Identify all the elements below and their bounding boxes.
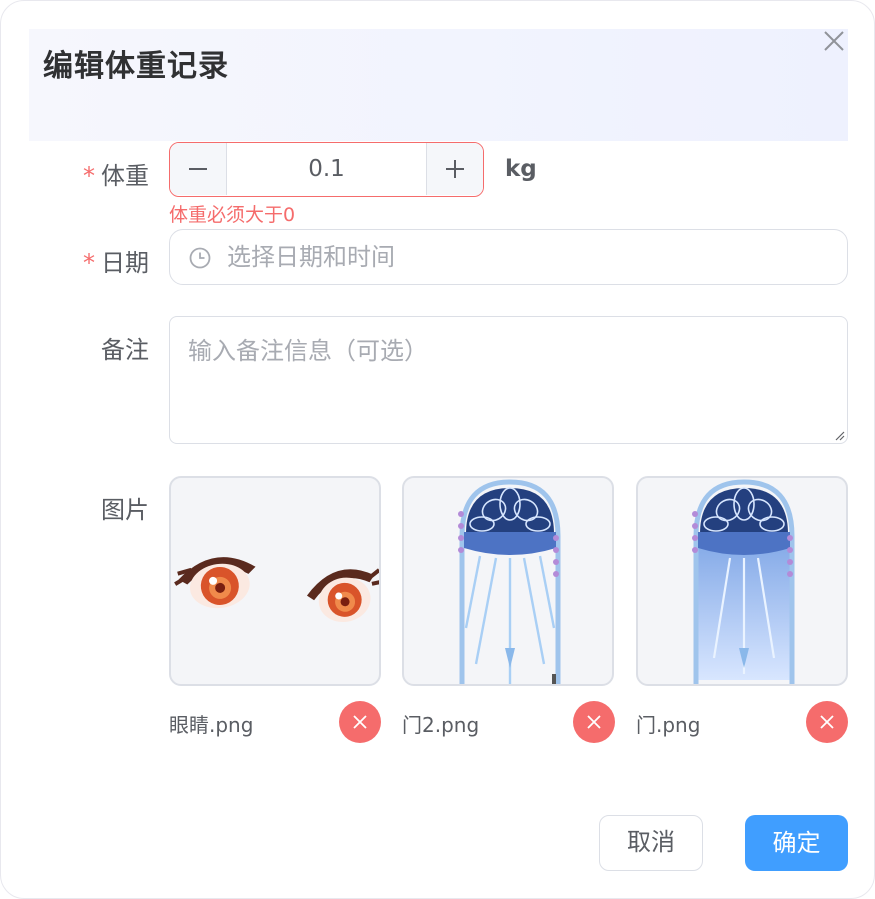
close-icon [587,715,601,729]
weight-stepper: 0.1 [169,142,484,197]
weight-error: 体重必须大于0 [169,204,296,226]
image-thumbnail[interactable] [169,476,381,686]
dialog-title: 编辑体重记录 [43,49,229,84]
close-icon[interactable] [821,28,847,54]
clock-icon [189,247,211,269]
confirm-button[interactable]: 确定 [745,815,848,871]
note-textarea[interactable]: 输入备注信息（可选） [169,316,848,444]
note-label: 备注 [101,336,149,364]
images-label: 图片 [101,496,149,524]
close-icon [353,715,367,729]
note-placeholder: 输入备注信息（可选） [188,337,428,365]
close-icon [820,715,834,729]
delete-image-button[interactable] [339,701,381,743]
weight-input[interactable]: 0.1 [227,143,426,195]
date-placeholder: 选择日期和时间 [227,243,395,271]
weight-label-text: 体重 [101,162,149,190]
image-filename: 门.png [636,713,701,737]
minus-icon [189,168,207,170]
cancel-button[interactable]: 取消 [599,815,703,871]
decrement-button[interactable] [170,143,227,195]
date-picker-input[interactable]: 选择日期和时间 [169,229,848,285]
image-thumbnail[interactable] [636,476,848,686]
door-image [692,479,795,684]
plus-icon [446,160,464,178]
required-mark: * [83,162,95,190]
date-label: * 日期 [19,243,149,278]
weight-unit: kg [505,156,537,182]
edit-weight-dialog: 编辑体重记录 * 体重 0.1 kg 体重必须大于0 * 日期 选择日期和时间 备注… [0,0,875,899]
increment-button[interactable] [426,143,483,195]
required-mark: * [83,249,95,277]
date-label-text: 日期 [101,249,149,277]
delete-image-button[interactable] [806,701,848,743]
door-image [458,479,561,684]
image-filename: 眼睛.png [169,713,254,737]
weight-label: * 体重 [19,156,149,191]
image-filename: 门2.png [402,713,480,737]
delete-image-button[interactable] [573,701,615,743]
resize-handle-icon[interactable] [833,429,845,441]
image-thumbnail[interactable] [402,476,614,686]
eyes-image [174,557,379,623]
